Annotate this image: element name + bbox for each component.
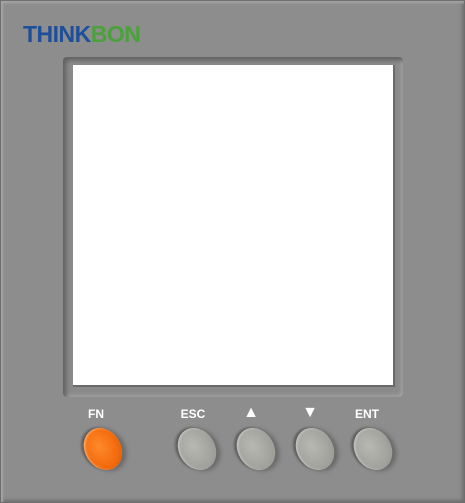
- ent-key-label: ENT: [355, 407, 379, 421]
- fn-key-label: FN: [88, 407, 104, 421]
- brand-logo-part1: THINK: [23, 21, 91, 47]
- esc-button[interactable]: [170, 420, 224, 478]
- fn-button[interactable]: [76, 420, 130, 478]
- esc-key-label: ESC: [180, 407, 206, 421]
- brand-logo: THINKBON: [23, 21, 141, 47]
- up-key-label: ▲: [243, 404, 259, 421]
- up-arrow-button[interactable]: [229, 420, 283, 478]
- brand-logo-part2: BON: [90, 21, 141, 47]
- ent-button[interactable]: [346, 420, 400, 478]
- down-arrow-button[interactable]: [288, 420, 342, 478]
- display-screen: [73, 65, 395, 387]
- down-key-label: ▼: [302, 404, 318, 421]
- device-panel: THINKBON FN ESC ▲ ▼ ENT: [0, 0, 465, 503]
